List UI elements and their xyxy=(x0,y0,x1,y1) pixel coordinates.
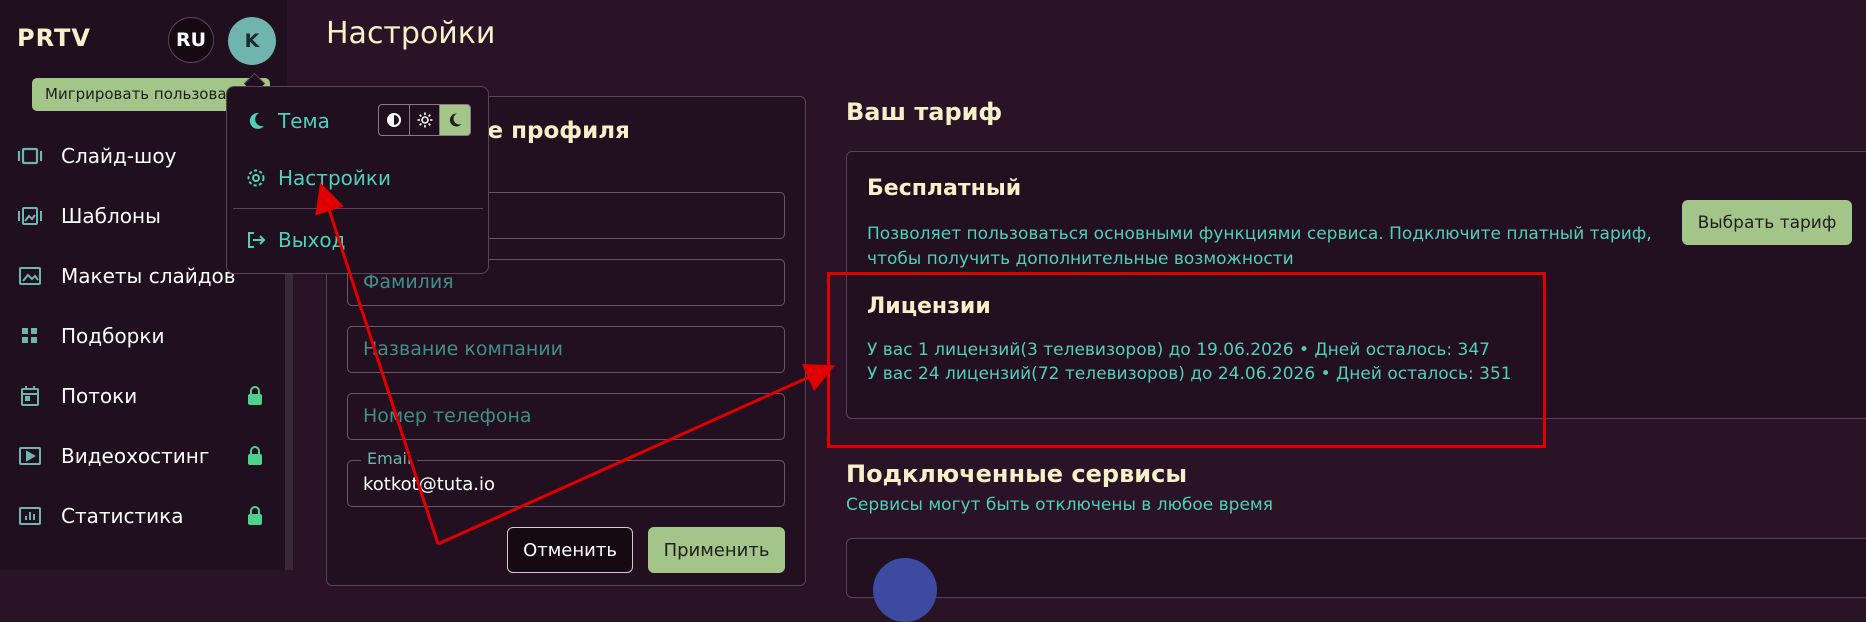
language-button[interactable]: RU xyxy=(168,17,214,63)
services-subtitle: Сервисы могут быть отключены в любое вре… xyxy=(846,495,1273,515)
menu-item-settings[interactable]: Настройки xyxy=(245,166,391,190)
lock-icon xyxy=(248,446,262,465)
sidebar-item-statistics[interactable]: Статистика xyxy=(0,490,287,542)
sun-icon xyxy=(417,112,432,128)
theme-toggle-group xyxy=(378,104,471,136)
brand-logo[interactable]: PRTV xyxy=(17,24,91,52)
logout-label: Выход xyxy=(278,228,346,252)
templates-icon xyxy=(18,207,42,225)
image-icon xyxy=(19,267,41,285)
sidebar-item-streams[interactable]: Потоки xyxy=(0,370,287,422)
moon-icon xyxy=(249,112,264,129)
user-menu: Тема Настройки Выход xyxy=(226,86,489,274)
tariff-heading: Ваш тариф xyxy=(846,98,1003,126)
lock-icon xyxy=(248,386,262,405)
phone-field[interactable]: Номер телефона xyxy=(347,393,785,440)
plan-name: Бесплатный xyxy=(867,176,1022,201)
sidebar-item-label: Видеохостинг xyxy=(61,444,210,468)
user-avatar-button[interactable]: K xyxy=(228,17,276,65)
menu-item-theme: Тема xyxy=(245,109,330,133)
lock-icon xyxy=(248,506,262,525)
settings-label: Настройки xyxy=(278,166,391,190)
sidebar-item-label: Подборки xyxy=(61,324,165,348)
sidebar-item-label: Потоки xyxy=(61,384,138,408)
chart-icon xyxy=(19,507,41,525)
email-field[interactable]: Email kotkot@tuta.io xyxy=(347,449,785,507)
theme-auto-button[interactable] xyxy=(379,105,410,135)
contrast-icon xyxy=(386,113,401,127)
logout-icon xyxy=(248,232,266,248)
sidebar-item-label: Слайд-шоу xyxy=(61,144,177,168)
sidebar-item-collections[interactable]: Подборки xyxy=(0,310,287,362)
company-field[interactable]: Название компании xyxy=(347,326,785,373)
page-title: Настройки xyxy=(326,16,496,51)
email-value: kotkot@tuta.io xyxy=(363,474,495,495)
moon-icon xyxy=(450,113,462,127)
sidebar-item-label: Статистика xyxy=(61,504,184,528)
grid-icon xyxy=(22,328,37,343)
gear-icon xyxy=(247,169,265,187)
annotation-highlight-box xyxy=(827,272,1546,448)
cancel-button[interactable]: Отменить xyxy=(507,527,633,573)
theme-light-button[interactable] xyxy=(410,105,441,135)
menu-divider xyxy=(233,208,483,209)
email-label: Email xyxy=(361,449,418,468)
choose-tariff-button[interactable]: Выбрать тариф xyxy=(1682,200,1852,245)
slideshow-icon xyxy=(17,147,43,165)
apply-button[interactable]: Применить xyxy=(648,527,785,573)
theme-dark-button[interactable] xyxy=(440,105,470,135)
sidebar-item-label: Макеты слайдов xyxy=(61,264,236,288)
phone-placeholder: Номер телефона xyxy=(363,405,532,427)
service-avatar xyxy=(873,558,937,622)
plan-description: Позволяет пользоваться основными функция… xyxy=(867,224,1652,269)
lastname-placeholder: Фамилия xyxy=(363,271,454,293)
video-icon xyxy=(19,447,41,465)
theme-label: Тема xyxy=(278,109,330,133)
services-heading: Подключенные сервисы xyxy=(846,460,1188,488)
sidebar-item-video-hosting[interactable]: Видеохостинг xyxy=(0,430,287,482)
services-card xyxy=(846,538,1866,598)
menu-item-logout[interactable]: Выход xyxy=(245,228,345,252)
calendar-icon xyxy=(21,386,39,406)
sidebar-item-label: Шаблоны xyxy=(61,204,161,228)
company-placeholder: Название компании xyxy=(363,338,563,360)
